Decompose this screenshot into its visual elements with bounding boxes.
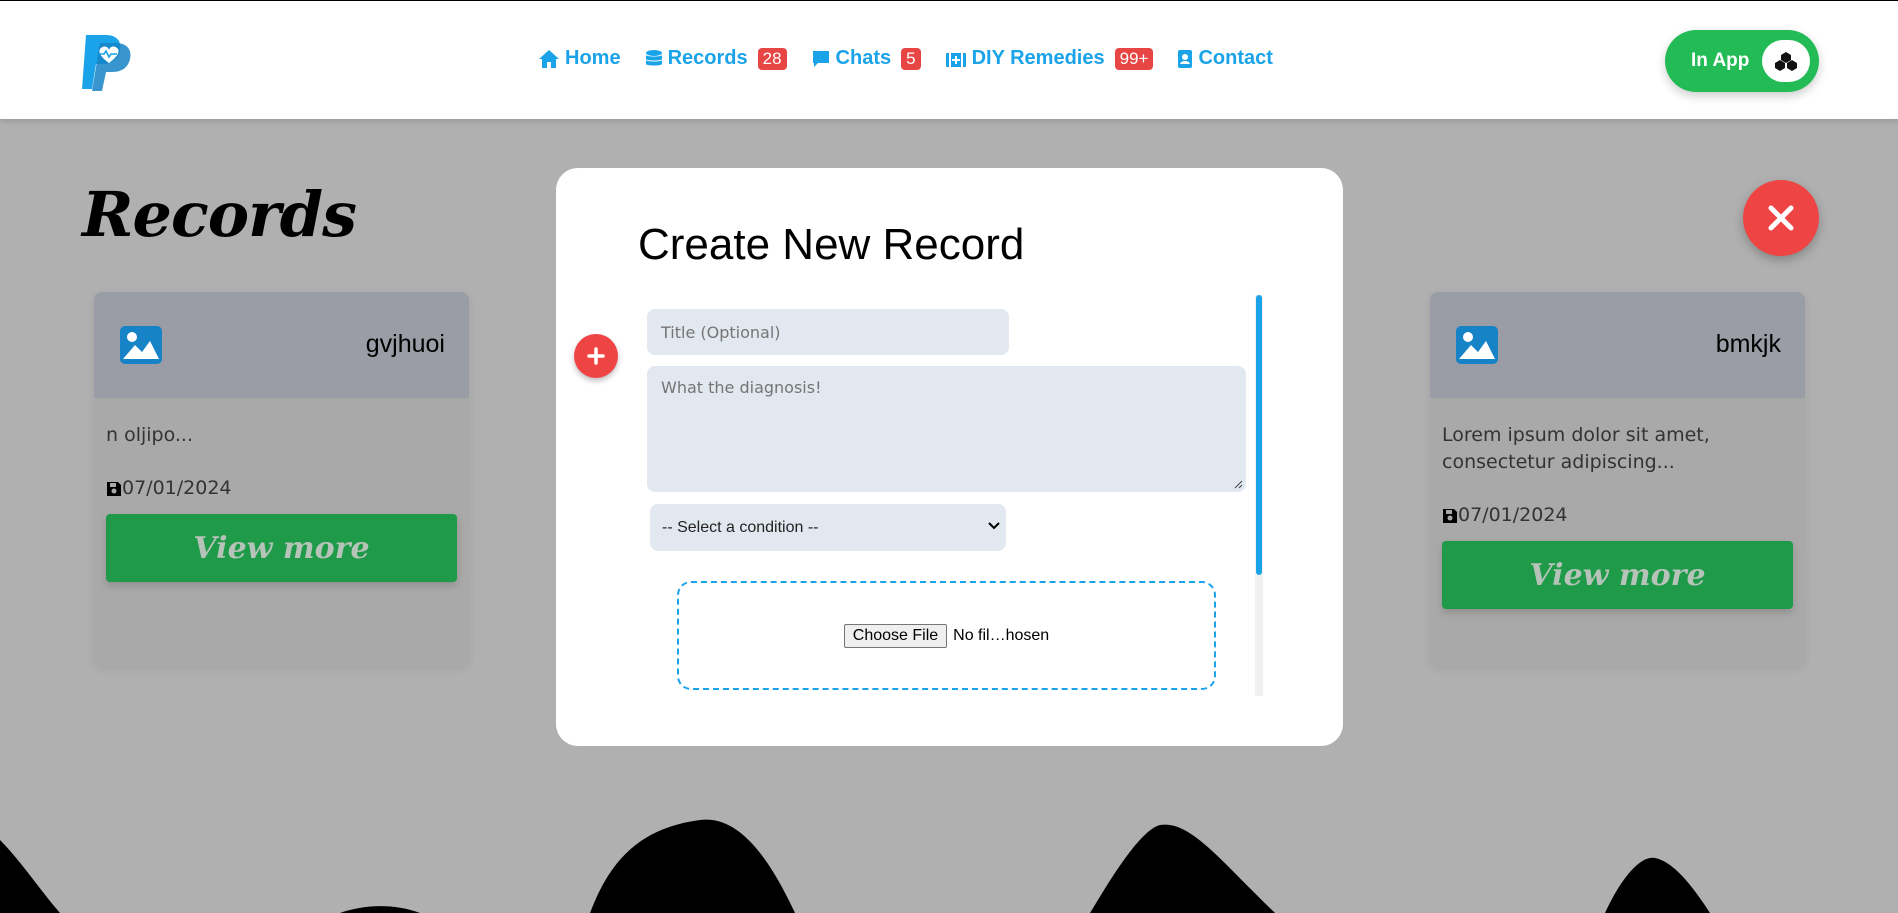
nav-diy-remedies[interactable]: DIY Remedies 99+ xyxy=(945,47,1154,70)
card-date: 07/01/2024 xyxy=(106,475,457,502)
card-snippet: n oljipo... xyxy=(106,424,194,446)
card-date: 07/01/2024 xyxy=(1442,502,1793,529)
record-card: gvjhuoi n oljipo... 07/01/2024 View more xyxy=(94,292,469,667)
first-aid-kit-icon xyxy=(945,52,966,67)
remedies-count-badge: 99+ xyxy=(1114,47,1154,70)
view-more-button[interactable]: View more xyxy=(106,514,457,582)
choose-file-button[interactable]: Choose File xyxy=(843,623,948,648)
view-more-button[interactable]: View more xyxy=(1442,541,1793,609)
floppy-disk-icon xyxy=(1443,508,1457,523)
file-status-text: No fil…hosen xyxy=(953,626,1050,644)
nav-records[interactable]: Records 28 xyxy=(645,47,787,70)
chat-bubble-icon xyxy=(812,50,829,67)
card-title: gvjhuoi xyxy=(365,330,445,358)
condition-select-value: -- Select a condition -- xyxy=(662,518,819,536)
contact-card-icon xyxy=(1178,49,1193,68)
file-dropzone[interactable]: Choose File No fil…hosen xyxy=(677,581,1216,690)
chats-count-badge: 5 xyxy=(901,47,921,70)
card-title: bmkjk xyxy=(1715,330,1781,358)
create-record-modal: Create New Record -- Select a condition … xyxy=(556,168,1343,746)
title-input[interactable] xyxy=(647,309,1009,355)
decorative-hills xyxy=(0,819,1710,913)
condition-select[interactable]: -- Select a condition -- xyxy=(650,504,1006,551)
nav-contact[interactable]: Contact xyxy=(1177,47,1273,70)
nav-diy-remedies-label: DIY Remedies xyxy=(971,47,1105,69)
resize-grip-icon[interactable] xyxy=(1233,479,1243,489)
home-icon xyxy=(539,49,559,68)
diagnosis-textarea[interactable] xyxy=(647,366,1246,492)
close-icon xyxy=(1768,205,1794,231)
chevron-down-icon xyxy=(988,522,1000,530)
in-app-label: In App xyxy=(1691,50,1750,71)
database-icon xyxy=(645,49,662,65)
image-icon xyxy=(1455,325,1499,370)
top-navbar: Home Records 28 Chats 5 DIY Remedies 99+… xyxy=(0,0,1898,119)
card-date-text: 07/01/2024 xyxy=(122,477,232,499)
card-body: Lorem ipsum dolor sit amet, consectetur … xyxy=(1430,398,1805,609)
pp-heartbeat-logo-icon[interactable] xyxy=(80,31,134,93)
in-app-button[interactable]: In App xyxy=(1665,30,1819,92)
card-header: bmkjk xyxy=(1430,292,1805,398)
nav-home-label: Home xyxy=(565,47,621,69)
modal-scrollbar-thumb[interactable] xyxy=(1256,295,1262,575)
card-header: gvjhuoi xyxy=(94,292,469,398)
floppy-disk-icon xyxy=(107,481,121,496)
nav-chats-label: Chats xyxy=(835,47,892,69)
add-field-button[interactable] xyxy=(574,334,618,378)
plus-icon xyxy=(587,347,605,365)
card-snippet: Lorem ipsum dolor sit amet, consectetur … xyxy=(1442,424,1710,473)
cubes-icon xyxy=(1762,40,1810,82)
card-body: n oljipo... 07/01/2024 View more xyxy=(94,398,469,582)
main-nav: Home Records 28 Chats 5 DIY Remedies 99+… xyxy=(538,47,1297,70)
record-card: bmkjk Lorem ipsum dolor sit amet, consec… xyxy=(1430,292,1805,667)
image-icon xyxy=(119,325,163,370)
nav-chats[interactable]: Chats 5 xyxy=(811,47,921,70)
close-modal-button[interactable] xyxy=(1743,180,1819,256)
nav-records-label: Records xyxy=(667,47,748,69)
nav-contact-label: Contact xyxy=(1198,47,1273,69)
modal-title: Create New Record xyxy=(638,220,1025,269)
records-count-badge: 28 xyxy=(757,47,787,70)
card-date-text: 07/01/2024 xyxy=(1458,504,1568,526)
page-title: Records xyxy=(82,178,357,251)
nav-home[interactable]: Home xyxy=(538,47,621,70)
